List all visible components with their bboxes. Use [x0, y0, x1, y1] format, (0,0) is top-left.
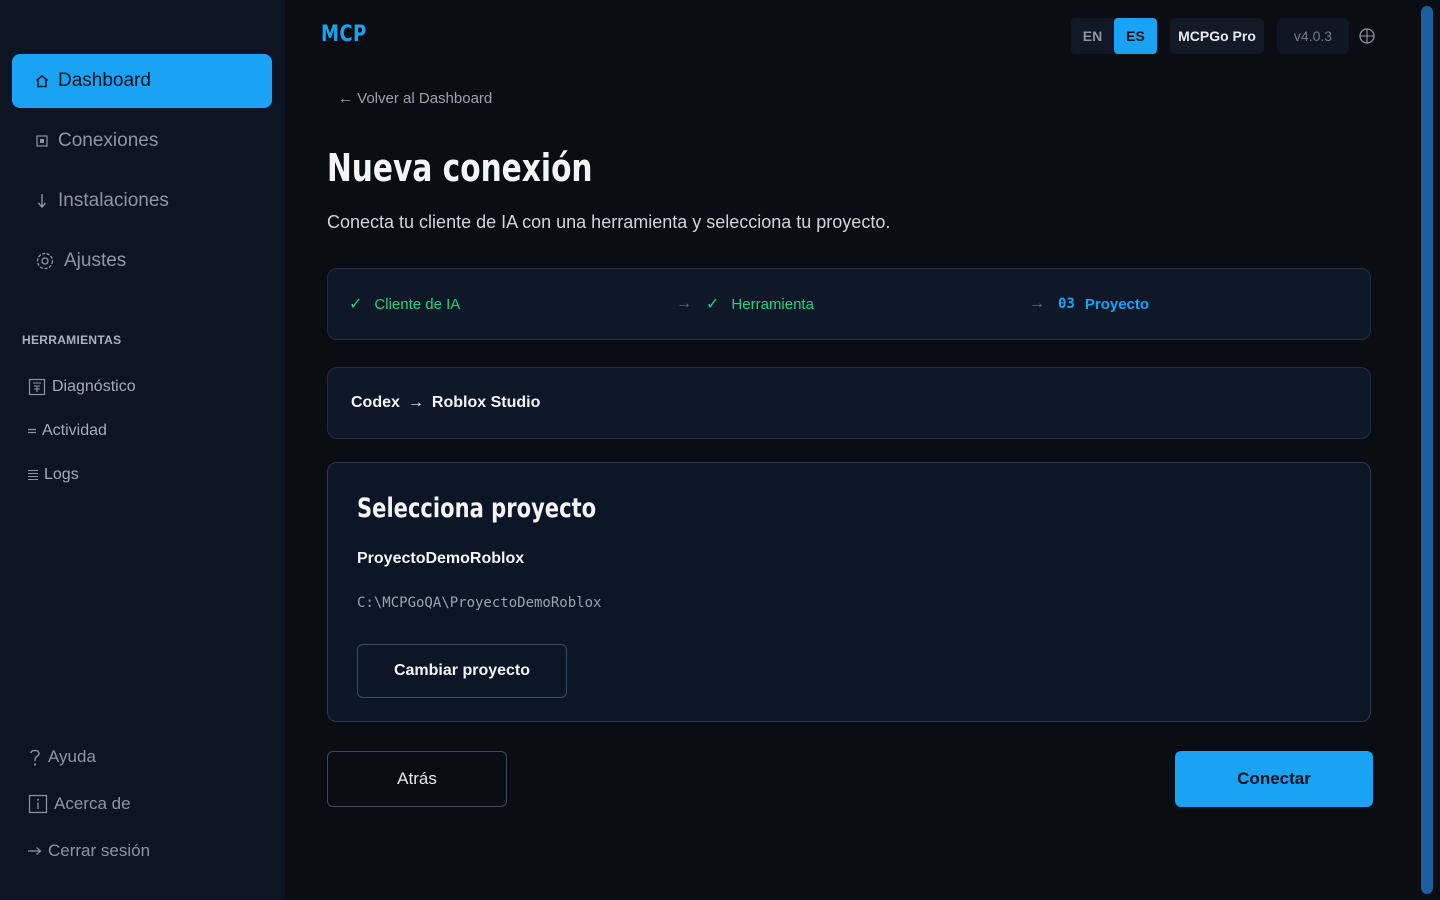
sidebar-item-dashboard[interactable]: Dashboard [12, 54, 272, 108]
download-icon [34, 193, 50, 209]
sidebar-item-cerrar-sesion[interactable]: Cerrar sesión [28, 841, 150, 861]
language-en-button[interactable]: EN [1071, 18, 1114, 54]
connections-icon [34, 135, 50, 147]
project-name: ProyectoDemoRoblox [357, 550, 525, 567]
client-name: Codex [351, 394, 400, 411]
info-icon [28, 794, 48, 814]
page-subtitle: Conecta tu cliente de IA con una herrami… [327, 212, 891, 232]
sidebar-item-acerca-de[interactable]: Acerca de [28, 794, 131, 814]
sidebar-item-conexiones[interactable]: Conexiones [12, 114, 272, 168]
home-icon [34, 74, 50, 88]
sidebar-item-ajustes[interactable]: Ajustes [12, 234, 272, 288]
connect-button[interactable]: Conectar [1175, 751, 1373, 807]
step-cliente-ia: ✓ Cliente de IA [349, 269, 460, 339]
gear-icon [34, 251, 56, 271]
sidebar-item-label: Dashboard [58, 70, 151, 91]
sidebar-item-label: Ajustes [64, 250, 127, 271]
plan-badge: MCPGo Pro [1170, 18, 1264, 54]
sidebar-item-label: Instalaciones [58, 190, 169, 211]
check-icon: ✓ [349, 296, 363, 313]
project-card: Selecciona proyecto ProyectoDemoRoblox C… [327, 462, 1371, 722]
scrollbar[interactable] [1421, 6, 1433, 894]
sidebar-item-instalaciones[interactable]: Instalaciones [12, 174, 272, 228]
arrow-right-icon: → [1029, 295, 1045, 312]
sidebar-item-actividad[interactable]: Actividad [28, 422, 107, 440]
app-logo: MCP [321, 22, 367, 47]
tools-section-label: HERRAMIENTAS [22, 333, 122, 347]
step-herramienta: ✓ Herramienta [706, 269, 814, 339]
check-icon: ✓ [706, 296, 720, 313]
sidebar-item-logs[interactable]: Logs [28, 466, 79, 484]
step-number: 03 [1058, 296, 1075, 312]
activity-icon [28, 427, 36, 435]
project-path: C:\MCPGoQA\ProyectoDemoRoblox [357, 595, 602, 611]
step-proyecto: 03 Proyecto [1058, 269, 1149, 339]
sidebar-item-ayuda[interactable]: Ayuda [28, 747, 96, 767]
stepper: ✓ Cliente de IA → ✓ Herramienta → 03 Pro… [327, 268, 1371, 340]
connection-summary: Codex → Roblox Studio [327, 367, 1371, 439]
tool-name: Roblox Studio [431, 394, 541, 411]
arrow-right-icon: → [676, 295, 692, 312]
language-es-button[interactable]: ES [1114, 18, 1157, 54]
step-label: Proyecto [1084, 295, 1150, 313]
arrow-right-icon: → [407, 394, 424, 411]
sidebar-item-label: Conexiones [58, 130, 159, 151]
page-title: Nueva conexión [327, 146, 593, 190]
sidebar-item-label: Diagnóstico [52, 378, 136, 395]
step-label: Cliente de IA [374, 295, 461, 313]
step-label: Herramienta [731, 295, 814, 313]
diagnostics-icon [28, 378, 46, 396]
logs-icon [28, 469, 38, 481]
sidebar-item-label: Actividad [42, 422, 107, 439]
back-button[interactable]: Atrás [327, 751, 507, 807]
sidebar: Dashboard Conexiones Instalaciones Ajust… [0, 0, 285, 900]
connection-path: Codex → Roblox Studio [351, 368, 540, 438]
sidebar-item-label: Acerca de [54, 794, 131, 813]
sidebar-item-label: Cerrar sesión [48, 841, 151, 860]
globe-icon[interactable] [1358, 27, 1376, 45]
help-icon [28, 747, 42, 767]
change-project-button[interactable]: Cambiar proyecto [357, 644, 567, 698]
version-badge: v4.0.3 [1277, 18, 1349, 54]
logout-icon [28, 846, 42, 856]
sidebar-item-label: Ayuda [48, 747, 96, 766]
back-to-dashboard-link[interactable]: ← Volver al Dashboard [338, 90, 492, 107]
sidebar-item-label: Logs [44, 466, 79, 483]
language-switcher: EN ES [1071, 18, 1157, 54]
sidebar-item-diagnostico[interactable]: Diagnóstico [28, 378, 136, 396]
project-card-title: Selecciona proyecto [357, 493, 597, 524]
